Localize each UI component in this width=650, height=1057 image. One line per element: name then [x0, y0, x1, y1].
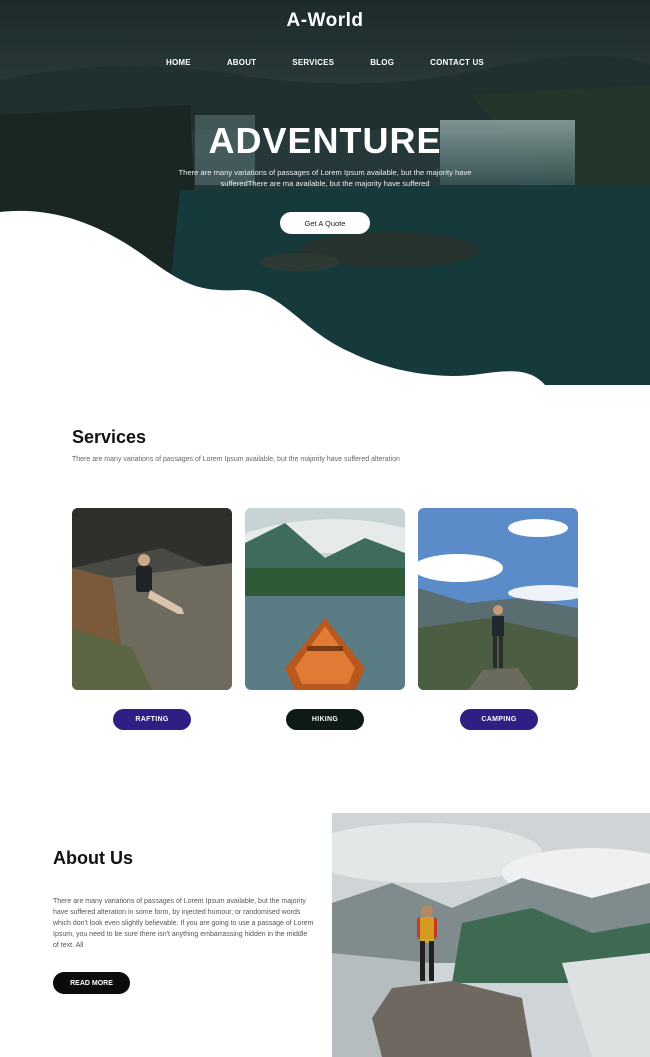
- read-more-button[interactable]: READ MORE: [53, 972, 130, 994]
- services-heading: Services: [72, 427, 147, 447]
- hero-description: There are many variations of passages of…: [178, 168, 472, 188]
- hiking-card-image[interactable]: [245, 508, 405, 690]
- main-nav: HOME ABOUT SERVICES BLOG CONTACT US: [0, 58, 650, 67]
- rafting-card-image[interactable]: [72, 508, 232, 690]
- get-quote-button[interactable]: Get A Quote: [280, 212, 370, 234]
- hero-section: A-World HOME ABOUT SERVICES BLOG CONTACT…: [0, 0, 650, 385]
- nav-contact[interactable]: CONTACT US: [430, 58, 484, 67]
- about-description: There are many variations of passages of…: [53, 898, 314, 949]
- camping-button[interactable]: CAMPING: [460, 709, 538, 730]
- nav-services[interactable]: SERVICES: [292, 58, 334, 67]
- services-description: There are many variations of passages of…: [72, 456, 400, 463]
- hiking-button[interactable]: HIKING: [286, 709, 364, 730]
- about-hiker-image: [332, 813, 650, 1057]
- hero-title: ADVENTURE: [208, 120, 442, 161]
- about-heading: About Us: [53, 848, 133, 868]
- site-logo[interactable]: A-World: [0, 10, 650, 32]
- nav-blog[interactable]: BLOG: [370, 58, 394, 67]
- nav-home[interactable]: HOME: [166, 58, 191, 67]
- nav-about[interactable]: ABOUT: [227, 58, 256, 67]
- camping-card-image[interactable]: [418, 508, 578, 690]
- rafting-button[interactable]: RAFTING: [113, 709, 191, 730]
